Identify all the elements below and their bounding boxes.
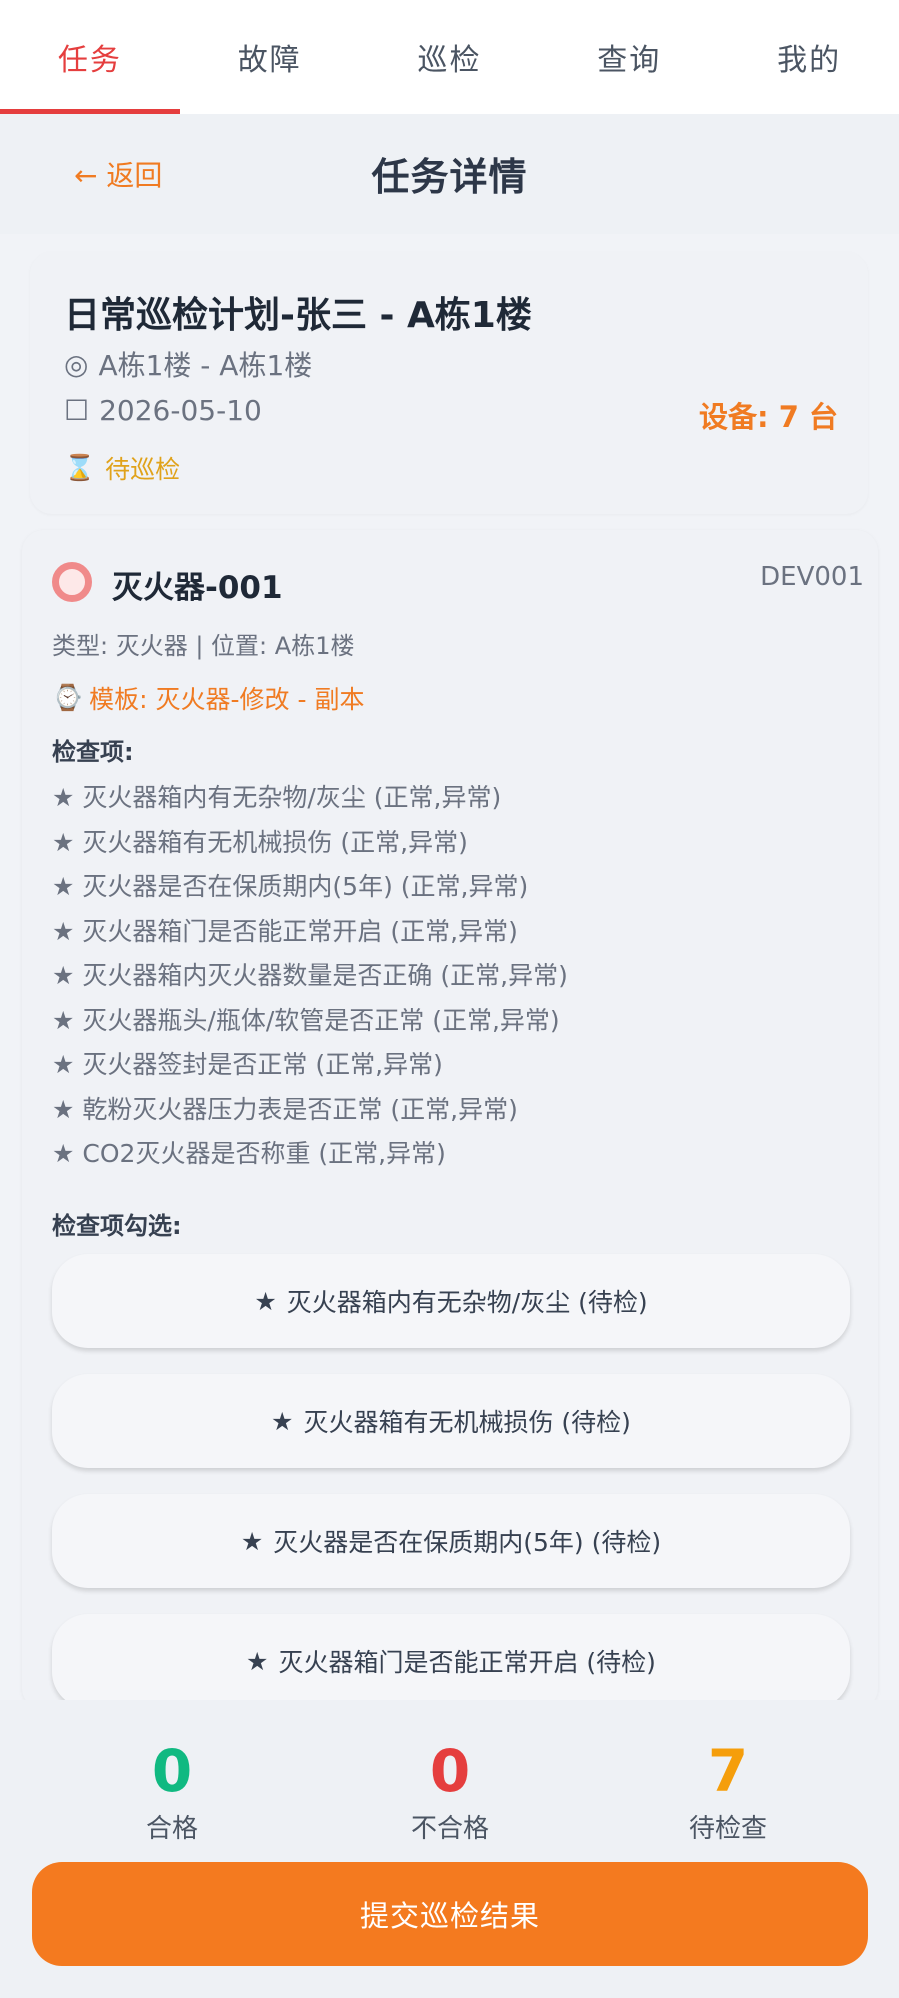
check-item-toggle-label: 灭火器是否在保质期内(5年) (待检) <box>273 1528 662 1557</box>
check-item: ★ 灭火器箱内灭火器数量是否正确 (正常,异常) <box>52 954 568 999</box>
device-template-text: 模板: 灭火器-修改 - 副本 <box>89 685 365 714</box>
task-date-text: 2026-05-10 <box>99 394 262 427</box>
star-icon: ★ <box>52 1050 75 1079</box>
check-item: ★ 灭火器箱门是否能正常开启 (正常,异常) <box>52 910 568 955</box>
pass-count: 0 <box>151 1737 193 1805</box>
device-template: ⌚ 模板: 灭火器-修改 - 副本 <box>52 680 364 716</box>
check-item: ★ 灭火器箱内有无杂物/灰尘 (正常,异常) <box>52 776 568 821</box>
fail-label: 不合格 <box>410 1813 489 1844</box>
task-status-text: 待巡检 <box>105 455 181 484</box>
check-item-text: 灭火器箱内有无杂物/灰尘 (正常,异常) <box>82 783 502 812</box>
task-summary-card: 日常巡检计划-张三 - A栋1楼 ◎ A栋1楼 - A栋1楼 ☐ 2026-05… <box>30 252 868 514</box>
check-item-toggle-button[interactable]: ★ 灭火器箱内有无杂物/灰尘 (待检) <box>52 1254 850 1348</box>
pass-stat: 0 合格 <box>52 1737 292 1845</box>
device-status-ring-icon <box>52 562 92 602</box>
tab-fault[interactable]: 故障 <box>180 0 360 114</box>
check-items-label: 检查项: <box>52 738 134 766</box>
check-item-toggle-button[interactable]: ★ 灭火器箱有无机械损伤 (待检) <box>52 1374 850 1468</box>
watch-icon: ⌚ <box>52 683 84 712</box>
fail-stat: 0 不合格 <box>330 1737 570 1845</box>
check-item-toggle-label: 灭火器箱有无机械损伤 (待检) <box>303 1408 631 1437</box>
check-item: ★ 乾粉灭火器压力表是否正常 (正常,异常) <box>52 1088 568 1133</box>
check-item-toggle-label: 灭火器箱内有无杂物/灰尘 (待检) <box>286 1288 648 1317</box>
star-icon: ★ <box>52 1005 75 1035</box>
hourglass-icon: ⌛ <box>64 453 96 482</box>
device-code: DEV001 <box>760 562 864 592</box>
check-item-toggle-button[interactable]: ★ 灭火器箱门是否能正常开启 (待检) <box>52 1614 850 1708</box>
star-icon: ★ <box>52 872 75 901</box>
page-title: 任务详情 <box>371 155 528 199</box>
check-item-text: CO2灭火器是否称重 (正常,异常) <box>82 1139 446 1168</box>
device-card: 灭火器-001 DEV001 类型: 灭火器 | 位置: A栋1楼 ⌚ 模板: … <box>22 530 878 1710</box>
location-icon: ◎ <box>64 347 89 381</box>
star-icon: ★ <box>52 783 75 812</box>
pending-label: 待检查 <box>688 1813 767 1844</box>
check-item-toggle-button[interactable]: ★ 灭火器是否在保质期内(5年) (待检) <box>52 1494 850 1588</box>
star-icon: ★ <box>240 1526 264 1556</box>
check-item-text: 灭火器箱有无机械损伤 (正常,异常) <box>82 827 468 857</box>
tab-mine[interactable]: 我的 <box>719 0 899 114</box>
check-item: ★ 灭火器瓶头/瓶体/软管是否正常 (正常,异常) <box>52 999 568 1044</box>
tab-inspection[interactable]: 巡检 <box>360 0 540 114</box>
result-summary-panel: 0 合格 0 不合格 7 待检查 提交巡检结果 <box>0 1700 899 1998</box>
task-date: ☐ 2026-05-10 <box>64 394 262 427</box>
star-icon: ★ <box>254 1286 277 1316</box>
tab-query[interactable]: 查询 <box>539 0 719 114</box>
device-count: 设备: 7 台 <box>699 400 838 434</box>
pass-label: 合格 <box>145 1813 198 1844</box>
device-name: 灭火器-001 <box>112 570 283 606</box>
star-icon: ★ <box>246 1646 269 1676</box>
tab-task[interactable]: 任务 <box>0 0 180 114</box>
top-tab-bar: 任务 故障 巡检 查询 我的 <box>0 0 899 114</box>
star-icon: ★ <box>271 1406 294 1436</box>
fail-count: 0 <box>429 1737 471 1805</box>
submit-inspection-button[interactable]: 提交巡检结果 <box>32 1862 868 1966</box>
pick-items-label: 检查项勾选: <box>52 1212 182 1240</box>
task-status: ⌛ 待巡检 <box>64 450 180 486</box>
check-item: ★ 灭火器是否在保质期内(5年) (正常,异常) <box>52 865 568 910</box>
check-items-list: ★ 灭火器箱内有无杂物/灰尘 (正常,异常) ★ 灭火器箱有无机械损伤 (正常,异常… <box>52 776 568 1177</box>
star-icon: ★ <box>52 1094 75 1124</box>
check-item-text: 灭火器是否在保质期内(5年) (正常,异常) <box>82 872 529 901</box>
task-location-text: A栋1楼 - A栋1楼 <box>98 349 313 382</box>
check-item-text: 灭火器箱门是否能正常开启 (正常,异常) <box>82 916 518 946</box>
check-item: ★ CO2灭火器是否称重 (正常,异常) <box>52 1132 568 1177</box>
star-icon: ★ <box>52 827 75 857</box>
check-item-toggle-label: 灭火器箱门是否能正常开启 (待检) <box>278 1648 656 1677</box>
star-icon: ★ <box>52 1139 75 1168</box>
star-icon: ★ <box>52 961 75 990</box>
check-item-text: 灭火器箱内灭火器数量是否正确 (正常,异常) <box>82 961 568 990</box>
page-header: ← 返回 任务详情 <box>0 114 899 234</box>
task-title: 日常巡检计划-张三 - A栋1楼 <box>64 295 532 336</box>
device-meta: 类型: 灭火器 | 位置: A栋1楼 <box>52 632 355 660</box>
pending-stat: 7 待检查 <box>608 1737 848 1845</box>
check-item-text: 灭火器瓶头/瓶体/软管是否正常 (正常,异常) <box>82 1005 560 1035</box>
check-item: ★ 灭火器箱有无机械损伤 (正常,异常) <box>52 821 568 866</box>
check-item: ★ 灭火器签封是否正常 (正常,异常) <box>52 1043 568 1088</box>
pending-count: 7 <box>707 1737 749 1805</box>
task-location: ◎ A栋1楼 - A栋1楼 <box>64 344 312 384</box>
star-icon: ★ <box>52 916 75 946</box>
calendar-icon: ☐ <box>64 394 90 427</box>
check-item-text: 乾粉灭火器压力表是否正常 (正常,异常) <box>82 1094 518 1124</box>
check-item-text: 灭火器签封是否正常 (正常,异常) <box>82 1050 443 1079</box>
